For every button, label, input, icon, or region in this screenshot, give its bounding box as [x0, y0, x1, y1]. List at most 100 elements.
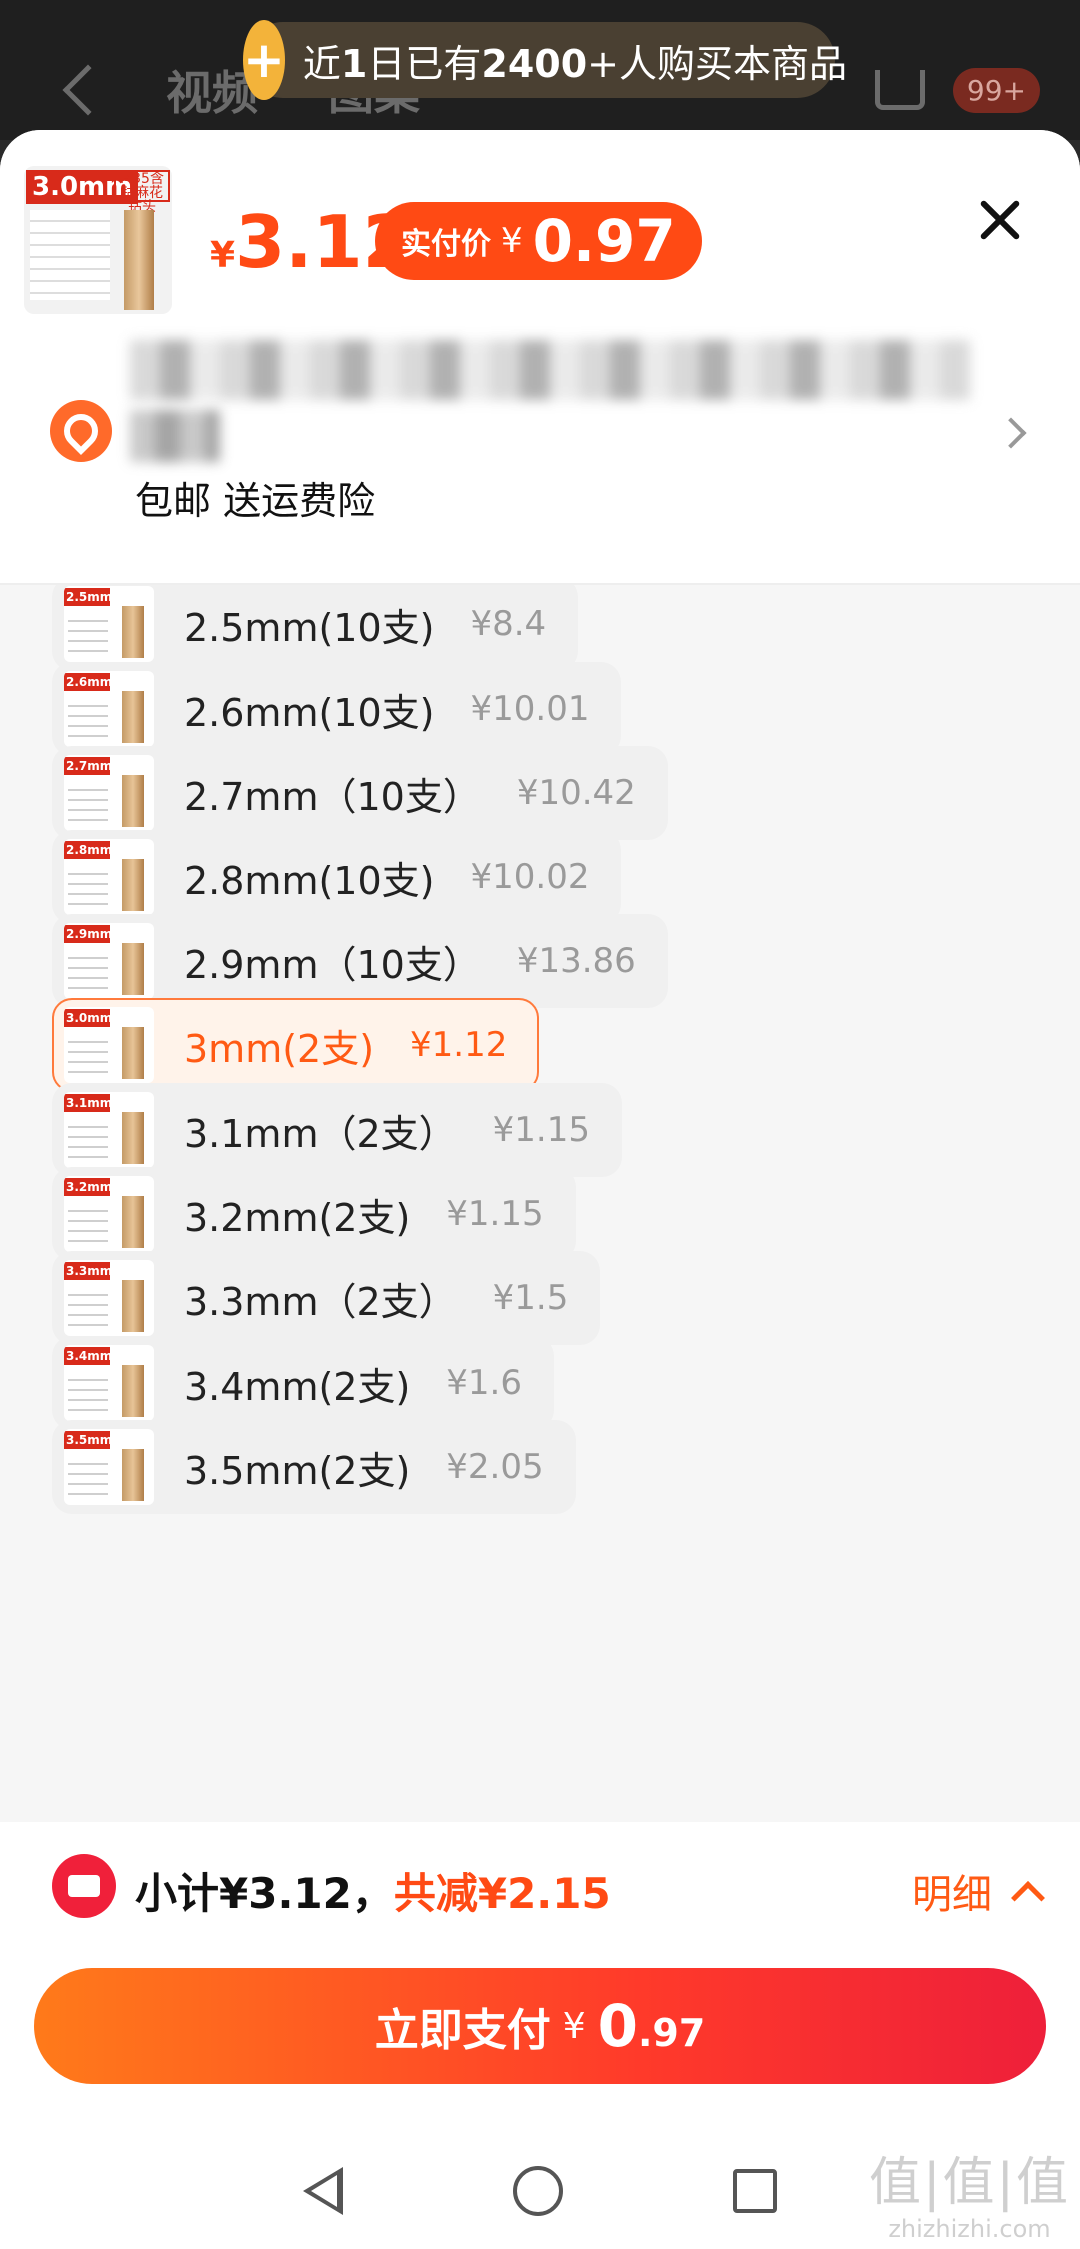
drill-bit-image	[122, 1196, 144, 1248]
nav-back-icon[interactable]	[303, 2166, 343, 2215]
sku-option[interactable]: 3.0mm 3mm(2支) ¥1.12	[52, 998, 540, 1092]
drill-bit-image	[122, 1112, 144, 1164]
sku-thumbnail-spec	[68, 949, 108, 991]
chevron-right-icon[interactable]	[995, 417, 1027, 449]
sku-thumbnail-tag: 3.5mm	[64, 1431, 113, 1449]
sku-option-price: ¥1.15	[446, 1194, 544, 1234]
sku-option-label: 3.1mm（2支）	[184, 1111, 457, 1156]
close-icon[interactable]	[970, 190, 1030, 250]
sku-thumbnail-tag: 3.3mm	[64, 1262, 113, 1280]
sku-option-price: ¥1.12	[410, 1025, 508, 1065]
sku-thumbnail-spec	[68, 1286, 108, 1328]
sku-thumbnail: 2.5mm	[64, 586, 154, 662]
sku-option-label: 2.9mm（10支）	[184, 942, 481, 987]
sku-thumbnail-spec	[68, 865, 108, 907]
drill-bit-image	[122, 606, 144, 658]
sku-option-label: 2.6mm(10支)	[184, 690, 435, 735]
drill-bit-image	[122, 1280, 144, 1332]
coupon-icon	[52, 1854, 116, 1918]
sku-thumbnail-tag: 3.1mm	[64, 1094, 113, 1112]
plus-bag-icon: +	[243, 20, 285, 100]
sku-option-price: ¥2.05	[446, 1447, 544, 1487]
sku-thumbnail-tag: 2.8mm	[64, 841, 113, 859]
sku-thumbnail-spec	[68, 781, 108, 823]
thumbnail-brand-tag: M35含钴麻花钻头	[114, 170, 170, 214]
nav-recent-icon[interactable]	[733, 2168, 777, 2213]
subtotal-text: 小计¥3.12，共减¥2.15	[135, 1869, 611, 1918]
sku-option-price: ¥13.86	[516, 941, 636, 981]
shipping-text: 包邮 送运费险	[135, 479, 376, 523]
banner-text: 近1日已有2400+人购买本商品	[302, 41, 847, 86]
sku-option-label: 2.7mm（10支）	[184, 774, 481, 819]
sku-option-list: 2.5mm 2.5mm(10支) ¥8.4 2.6mm 2.6mm(10支) ¥10.01…	[0, 585, 1080, 1822]
nav-home-icon[interactable]	[513, 2165, 563, 2216]
sku-thumbnail-spec	[68, 697, 108, 739]
sku-option-price: ¥10.02	[470, 857, 590, 897]
pay-now-button[interactable]: 立即支付 ¥ 0.97	[34, 1968, 1046, 2084]
sku-thumbnail-tag: 3.4mm	[64, 1347, 113, 1365]
address-blurred-2[interactable]	[130, 410, 220, 462]
sku-thumbnail: 3.5mm	[64, 1429, 154, 1505]
cart-badge: 99+	[952, 67, 1040, 113]
drill-bit-image	[122, 775, 144, 827]
sku-thumbnail: 2.9mm	[64, 923, 154, 999]
sku-sheet: 3.0mm M35含钴麻花钻头 ¥3.12 实付价 ¥ 0.97 包邮 送运费险…	[0, 130, 1080, 2249]
sku-option-price: ¥1.6	[446, 1363, 522, 1403]
sku-option-label: 3.3mm（2支）	[184, 1279, 457, 1324]
cart-icon	[874, 70, 925, 110]
sku-option[interactable]: 3.4mm 3.4mm(2支) ¥1.6	[52, 1336, 554, 1430]
drill-bit-image	[122, 943, 144, 995]
sku-option[interactable]: 2.9mm 2.9mm（10支） ¥13.86	[52, 914, 668, 1008]
sku-option[interactable]: 2.8mm 2.8mm(10支) ¥10.02	[52, 830, 622, 924]
sku-option[interactable]: 3.1mm 3.1mm（2支） ¥1.15	[52, 1083, 622, 1177]
sku-option-price: ¥10.01	[470, 689, 590, 729]
back-icon	[62, 64, 114, 116]
drill-bit-image	[122, 859, 144, 911]
sku-option-label: 2.8mm(10支)	[184, 858, 435, 903]
sku-option-label: 2.5mm(10支)	[184, 605, 435, 650]
sku-thumbnail-tag: 2.9mm	[64, 925, 113, 943]
sku-thumbnail-tag: 2.5mm	[64, 588, 113, 606]
sku-thumbnail: 2.7mm	[64, 755, 154, 831]
sku-option[interactable]: 3.2mm 3.2mm(2支) ¥1.15	[52, 1167, 576, 1261]
sku-thumbnail-tag: 2.6mm	[64, 673, 113, 691]
drill-bit-image	[122, 1449, 144, 1501]
sku-thumbnail: 3.2mm	[64, 1176, 154, 1252]
purchase-banner: + 近1日已有2400+人购买本商品	[243, 20, 847, 100]
address-blurred[interactable]	[130, 340, 970, 400]
sku-option[interactable]: 2.7mm 2.7mm（10支） ¥10.42	[52, 746, 668, 840]
sku-thumbnail-spec	[68, 1033, 108, 1075]
sku-thumbnail-spec	[68, 1118, 108, 1160]
drill-bit-image	[122, 691, 144, 743]
detail-toggle[interactable]: 明细	[912, 1862, 1045, 1920]
product-thumbnail[interactable]: 3.0mm M35含钴麻花钻头	[24, 166, 172, 314]
sku-thumbnail-spec	[68, 612, 108, 654]
sku-option-price: ¥8.4	[470, 604, 547, 644]
sku-thumbnail-tag: 2.7mm	[64, 757, 113, 775]
drill-bit-image	[124, 210, 154, 310]
sku-thumbnail-tag: 3.0mm	[64, 1009, 113, 1027]
sku-thumbnail: 3.3mm	[64, 1260, 154, 1336]
sku-thumbnail: 3.1mm	[64, 1092, 154, 1168]
sku-option[interactable]: 2.5mm 2.5mm(10支) ¥8.4	[52, 585, 579, 671]
sheet-header: 3.0mm M35含钴麻花钻头 ¥3.12 实付价 ¥ 0.97 包邮 送运费险	[0, 130, 1080, 585]
sku-thumbnail-spec	[68, 1371, 108, 1413]
sku-option-label: 3.5mm(2支)	[184, 1448, 411, 1493]
sku-option[interactable]: 2.6mm 2.6mm(10支) ¥10.01	[52, 662, 622, 756]
location-icon	[50, 400, 112, 462]
sku-thumbnail: 2.8mm	[64, 839, 154, 915]
sku-thumbnail-tag: 3.2mm	[64, 1178, 113, 1196]
sku-thumbnail: 2.6mm	[64, 671, 154, 747]
thumbnail-spec-table	[30, 210, 110, 300]
drill-bit-image	[122, 1365, 144, 1417]
sku-option-label: 3mm(2支)	[184, 1026, 375, 1071]
chevron-up-icon	[1011, 1881, 1045, 1915]
sku-thumbnail: 3.0mm	[64, 1007, 154, 1083]
sku-thumbnail-spec	[68, 1455, 108, 1497]
sku-option[interactable]: 3.5mm 3.5mm(2支) ¥2.05	[52, 1420, 576, 1514]
sku-option-label: 3.4mm(2支)	[184, 1364, 411, 1409]
sku-option[interactable]: 3.3mm 3.3mm（2支） ¥1.5	[52, 1251, 601, 1345]
sku-option-price: ¥1.5	[492, 1278, 569, 1318]
detail-label: 明细	[912, 1872, 992, 1918]
drill-bit-image	[122, 1027, 144, 1079]
